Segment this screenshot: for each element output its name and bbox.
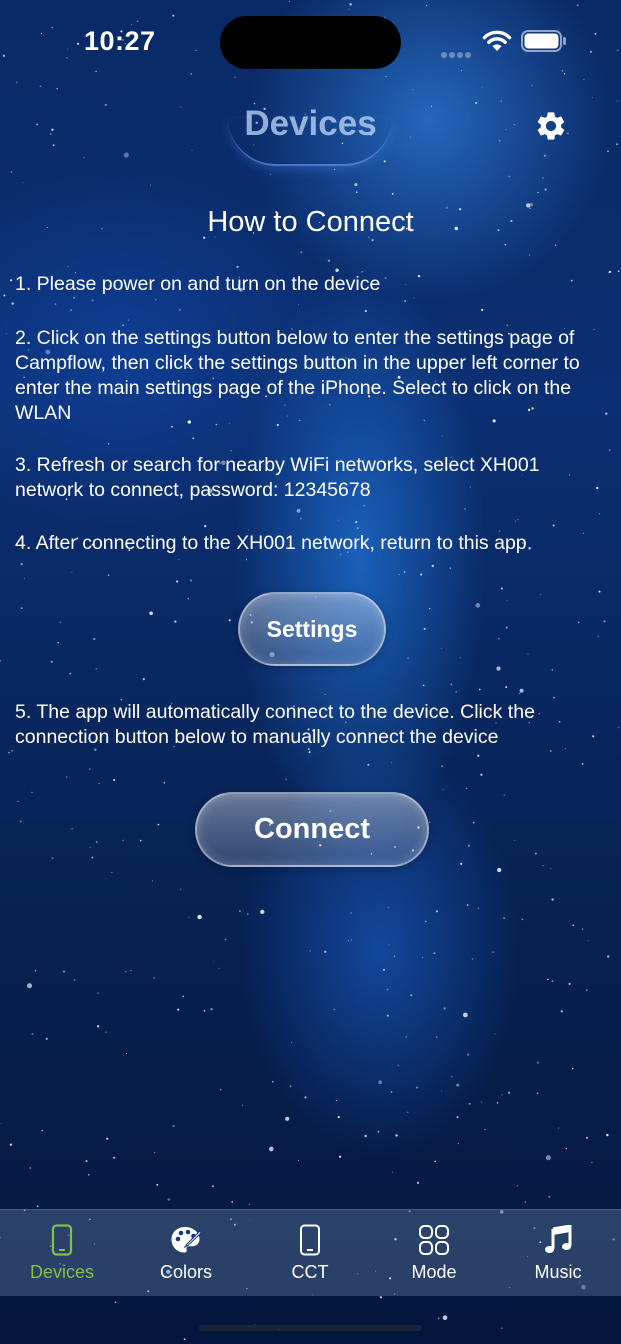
music-note-icon (545, 1225, 572, 1253)
wifi-icon (482, 30, 512, 51)
home-indicator[interactable] (199, 1325, 421, 1331)
cellular-signal-icon (441, 45, 473, 63)
tab-colors[interactable]: Colors (124, 1210, 248, 1296)
instruction-step-4: 4. After connecting to the XH001 network… (15, 532, 527, 554)
instruction-step-1: 1. Please power on and turn on the devic… (15, 273, 381, 295)
tab-label: Mode (411, 1262, 457, 1282)
tab-mode[interactable]: Mode (372, 1210, 496, 1296)
status-time: 10:27 (84, 26, 156, 56)
tab-label: CCT (291, 1262, 329, 1282)
page-title: Devices (244, 104, 377, 143)
battery-icon (521, 30, 566, 52)
section-heading: How to Connect (207, 206, 414, 238)
tab-music[interactable]: Music (496, 1210, 620, 1296)
tab-label: Music (534, 1262, 582, 1282)
instruction-step-5: 5. The app will automatically connect to… (15, 701, 535, 748)
settings-button[interactable]: Settings (238, 592, 386, 666)
phone-outline-icon (51, 1224, 73, 1256)
four-circles-icon (419, 1225, 449, 1255)
instruction-step-3: 3. Refresh or search for nearby WiFi net… (15, 454, 540, 501)
phone-outline-icon (300, 1224, 320, 1256)
connect-button[interactable]: Connect (195, 792, 429, 867)
palette-icon (171, 1227, 202, 1253)
instruction-step-2: 2. Click on the settings button below to… (15, 327, 580, 424)
tab-label: Devices (29, 1262, 95, 1282)
gear-icon[interactable] (534, 109, 568, 143)
device-connect-screen: 10:27 Devices How to Connect 1. Please p… (0, 0, 621, 1344)
starfield-background (0, 0, 620, 1341)
tab-bar: Devices Colors CCT Mode Music (0, 1209, 621, 1296)
tab-cct[interactable]: CCT (248, 1210, 372, 1296)
dynamic-island (220, 16, 401, 69)
tab-label: Colors (159, 1262, 212, 1282)
tab-devices[interactable]: Devices (0, 1210, 124, 1296)
